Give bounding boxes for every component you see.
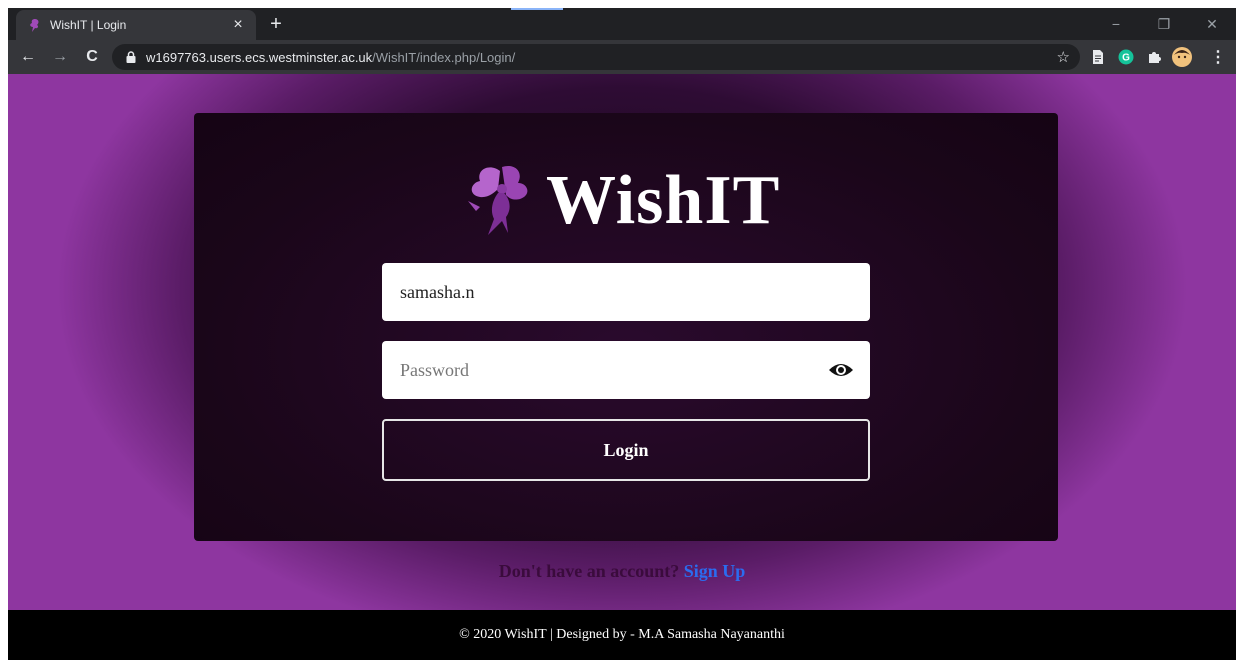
minimize-icon[interactable]: − [1096, 8, 1136, 40]
tab-title: WishIT | Login [50, 18, 127, 32]
password-field[interactable] [382, 341, 870, 399]
tab-strip: WishIT | Login × + − ❐ ✕ [8, 8, 1236, 40]
username-input[interactable] [398, 280, 854, 304]
url-host: w1697763.users.ecs.westminster.ac.uk [146, 49, 373, 65]
new-tab-button[interactable]: + [264, 12, 288, 36]
fairy-favicon-icon [30, 19, 39, 32]
wishit-logo: WishIT [462, 161, 802, 241]
sign-up-link[interactable]: Sign Up [684, 561, 746, 581]
url-path: /WishIT/index.php/Login/ [372, 49, 516, 65]
brand-name: WishIT [546, 162, 781, 239]
password-input[interactable] [398, 358, 828, 382]
bookmark-star-icon[interactable]: ☆ [1057, 48, 1070, 66]
browser-window: WishIT | Login × + − ❐ ✕ ← → C w1697763.… [8, 8, 1236, 660]
page-footer: © 2020 WishIT | Designed by - M.A Samash… [8, 610, 1236, 660]
profile-avatar-icon[interactable] [1172, 47, 1192, 67]
page-background: WishIT Login Don't have an account? Sign… [8, 74, 1236, 610]
forward-arrow-icon[interactable]: → [48, 45, 72, 69]
address-bar[interactable]: w1697763.users.ecs.westminster.ac.uk /Wi… [112, 44, 1080, 70]
login-card: WishIT Login [194, 113, 1058, 541]
browser-tab[interactable]: WishIT | Login × [16, 10, 256, 40]
grammarly-icon[interactable]: G [1118, 49, 1134, 65]
document-icon[interactable] [1090, 49, 1106, 65]
svg-text:G: G [1122, 53, 1130, 64]
username-field[interactable] [382, 263, 870, 321]
close-tab-icon[interactable]: × [230, 17, 246, 33]
lock-icon [126, 51, 136, 63]
menu-dots-icon[interactable]: ⋮ [1206, 45, 1230, 69]
puzzle-icon[interactable] [1146, 49, 1162, 65]
back-arrow-icon[interactable]: ← [16, 45, 40, 69]
loading-indicator [511, 8, 563, 10]
restore-icon[interactable]: ❐ [1144, 8, 1184, 40]
signup-prompt: Don't have an account? Sign Up [8, 561, 1236, 582]
eye-icon[interactable] [828, 360, 854, 380]
signup-question: Don't have an account? [498, 561, 680, 581]
close-window-icon[interactable]: ✕ [1192, 8, 1232, 40]
login-button[interactable]: Login [382, 419, 870, 481]
reload-icon[interactable]: C [80, 45, 104, 69]
footer-text: © 2020 WishIT | Designed by - M.A Samash… [459, 627, 785, 642]
fairy-logo-icon [468, 165, 528, 235]
browser-toolbar: ← → C w1697763.users.ecs.westminster.ac.… [8, 40, 1236, 74]
